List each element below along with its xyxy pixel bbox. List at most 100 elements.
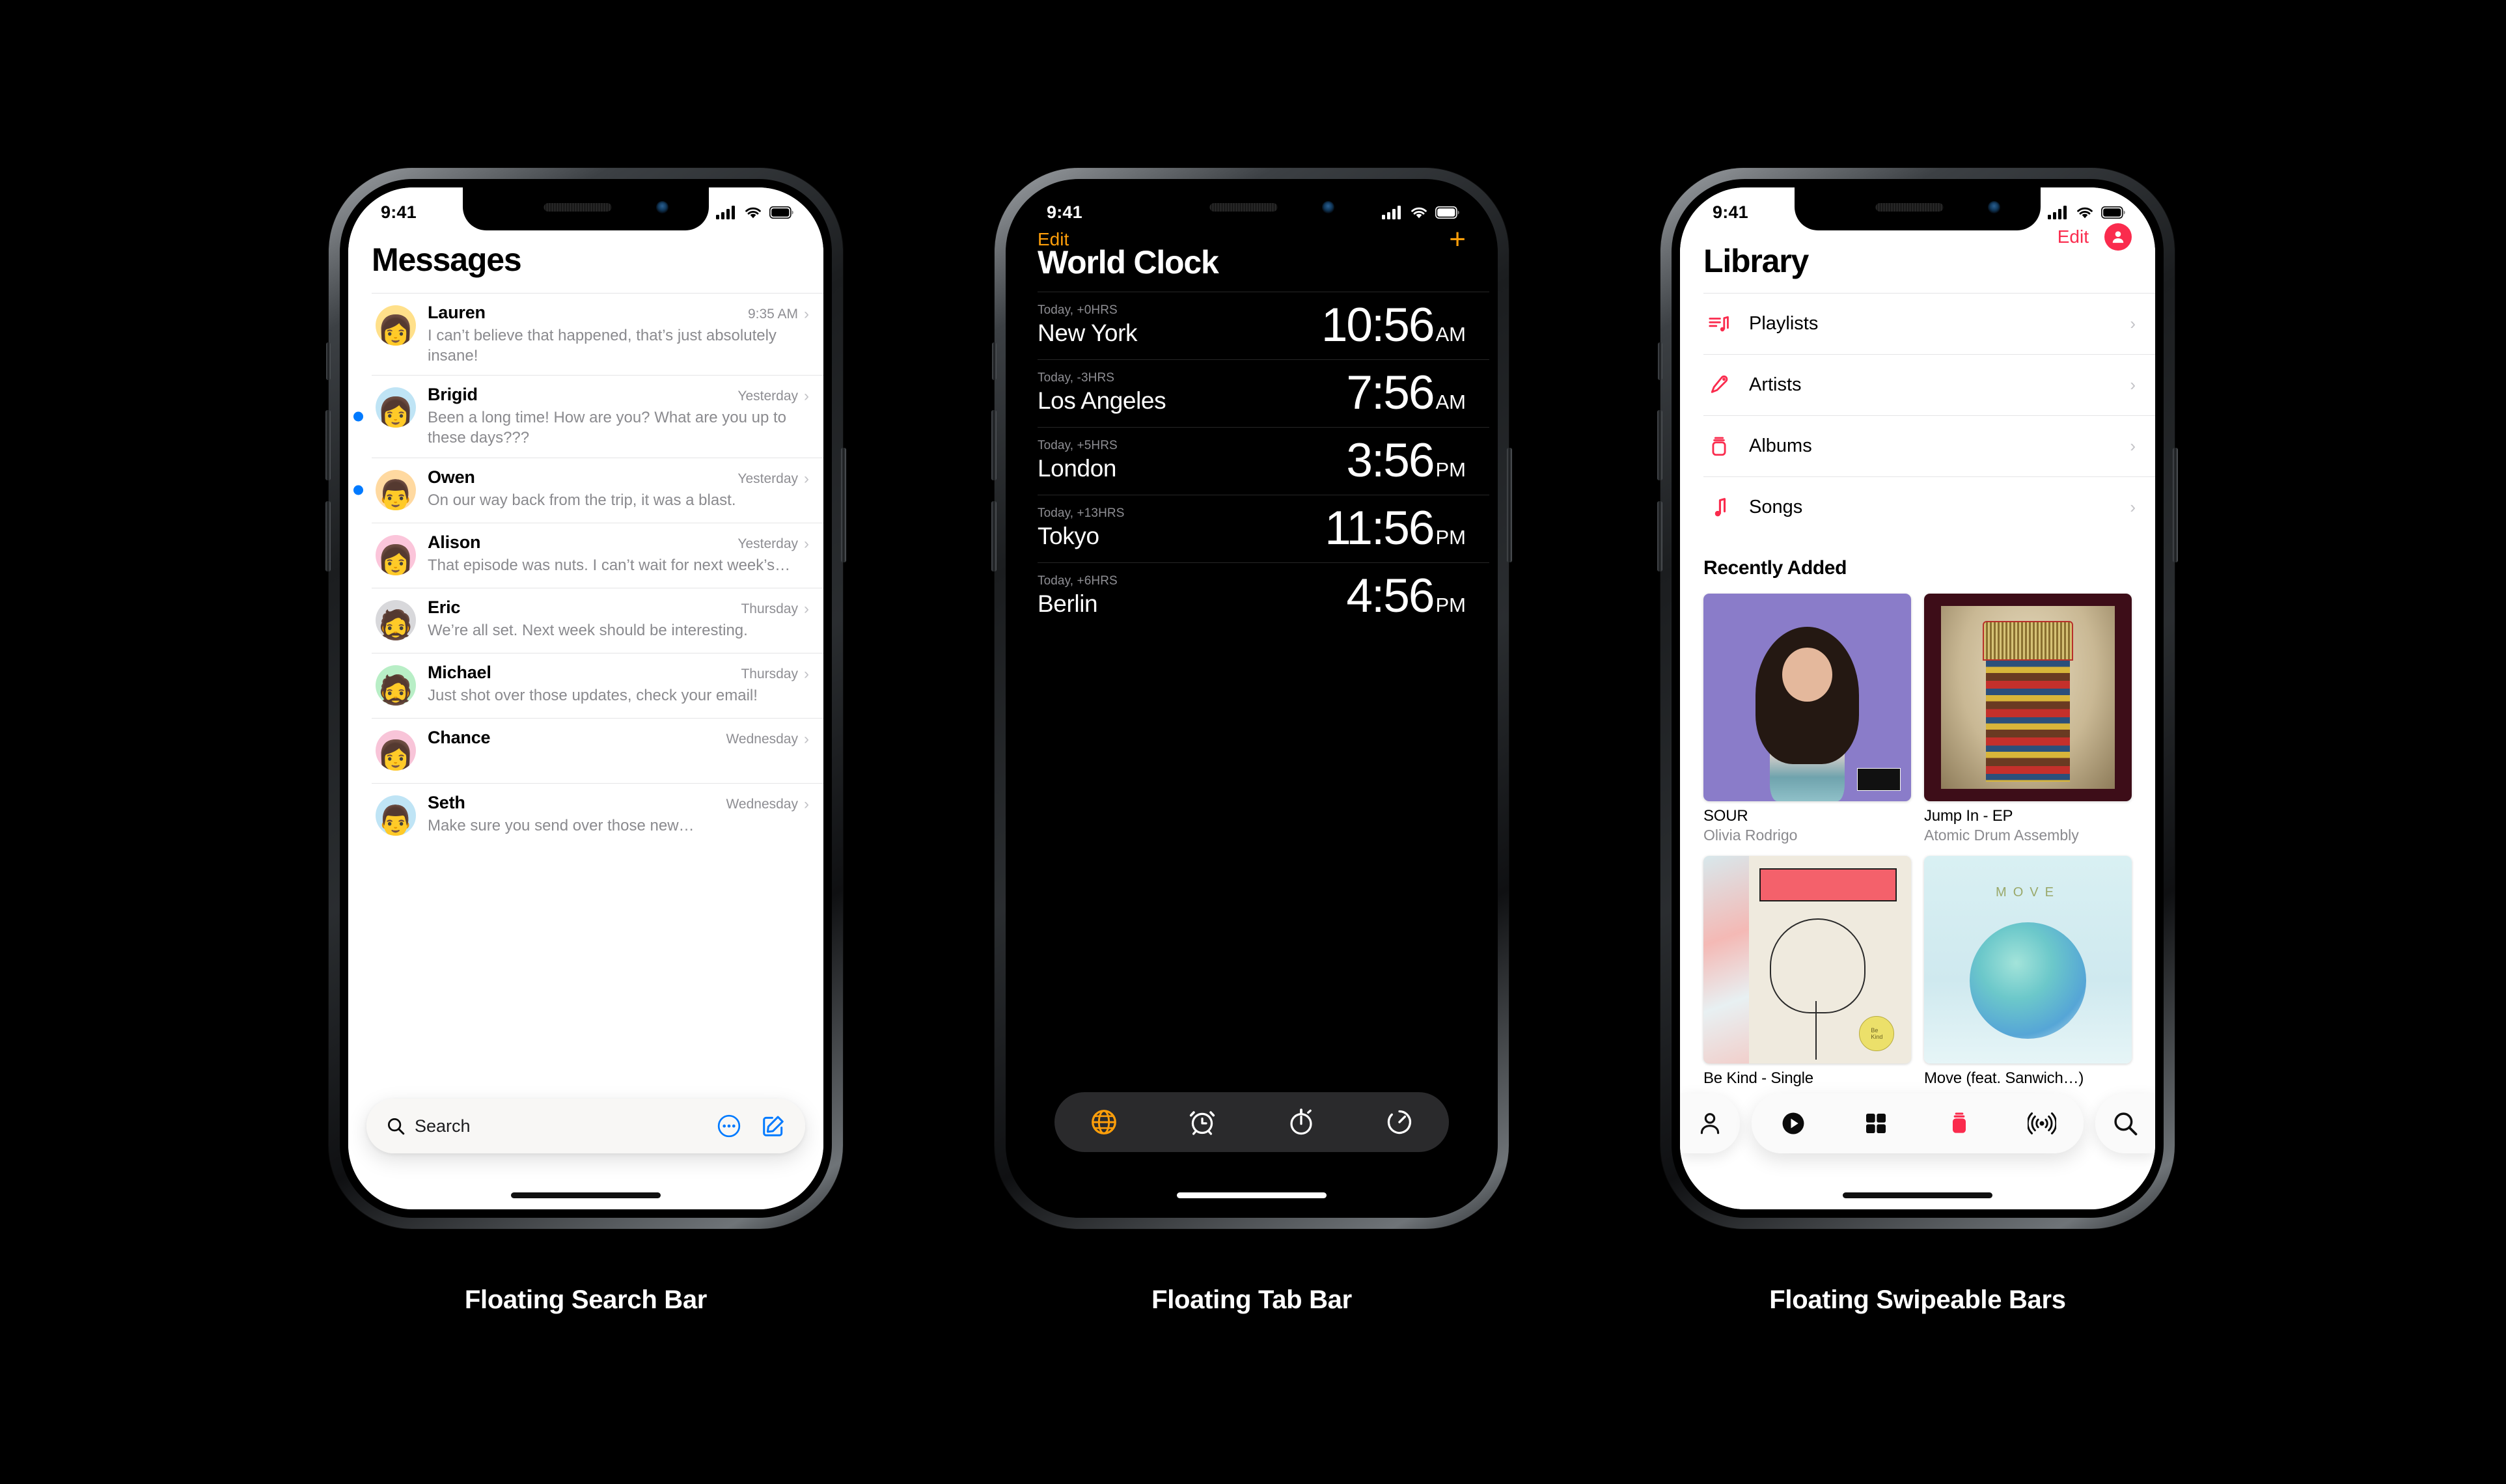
tab-timer[interactable]: [1377, 1099, 1422, 1145]
album-title: Be Kind - Single: [1703, 1069, 1813, 1087]
cellular-signal-icon: [1382, 206, 1401, 219]
search-bar-button[interactable]: [2095, 1093, 2155, 1153]
clock-meridiem: PM: [1435, 526, 1466, 549]
account-bar-button[interactable]: [1680, 1093, 1740, 1153]
person-icon: [1700, 1113, 1720, 1134]
volume-down-button[interactable]: [991, 501, 997, 571]
volume-down-button[interactable]: [1657, 501, 1662, 571]
mute-switch[interactable]: [1658, 342, 1662, 380]
timestamp: Thursday: [741, 601, 798, 616]
sidebar-item-label: Artists: [1749, 374, 1802, 395]
more-circle-icon[interactable]: [717, 1114, 741, 1138]
album-artwork: MOVE: [1924, 856, 2132, 1064]
alarm-icon: [1190, 1111, 1215, 1135]
mute-switch[interactable]: [326, 342, 331, 380]
table-row[interactable]: 👩 Lauren 9:35 AM › I can’t believe that …: [372, 293, 823, 375]
table-row[interactable]: 👩 Brigid Yesterday › Been a long time! H…: [353, 375, 823, 457]
sidebar-item-playlists[interactable]: Playlists ›: [1703, 293, 2155, 354]
caption-floating-swipeable-bars: Floating Swipeable Bars: [1769, 1285, 2066, 1314]
recently-added-grid: SOUR Olivia Rodrigo Jump In - EP Atomic …: [1680, 579, 2155, 1089]
table-row[interactable]: 👩 Alison Yesterday › That episode was nu…: [372, 522, 823, 588]
album-artwork: [1703, 594, 1911, 801]
sidebar-item-artists[interactable]: Artists ›: [1703, 354, 2155, 415]
library-screen: 9:41 Edit Library Playlists › Artists › …: [1680, 187, 2155, 1209]
clock-offset: Today, +13HRS: [1038, 506, 1125, 520]
timestamp: Wednesday: [726, 796, 798, 812]
chevron-right-icon: ›: [2130, 375, 2136, 394]
tab-stopwatch[interactable]: [1278, 1099, 1324, 1145]
music-tab-bar[interactable]: [1752, 1093, 2084, 1153]
unread-dot: [353, 485, 363, 495]
table-row[interactable]: Today, +0HRS New York 10:56 AM: [1038, 292, 1489, 359]
earpiece-speaker: [544, 203, 612, 212]
floating-search-bar[interactable]: Search: [366, 1099, 805, 1153]
album-card[interactable]: Be Kind Be Kind - Single: [1703, 856, 1911, 1089]
timestamp: Yesterday: [737, 471, 798, 486]
power-button[interactable]: [2173, 448, 2178, 562]
notch: [463, 187, 709, 230]
tab-library[interactable]: [1938, 1103, 1980, 1144]
album-artwork-text: MOVE: [1996, 885, 2060, 900]
compose-icon[interactable]: [761, 1114, 786, 1138]
album-card[interactable]: Jump In - EP Atomic Drum Assembly: [1924, 594, 2132, 844]
home-indicator[interactable]: [1177, 1192, 1327, 1198]
status-time: 9:41: [381, 202, 417, 222]
home-indicator[interactable]: [511, 1192, 661, 1198]
contact-name: Seth: [428, 792, 465, 812]
table-row[interactable]: Today, +13HRS Tokyo 11:56 PM: [1038, 495, 1489, 562]
volume-up-button[interactable]: [991, 410, 997, 480]
album-artwork: Be Kind: [1703, 856, 1911, 1064]
album-card[interactable]: SOUR Olivia Rodrigo: [1703, 594, 1911, 844]
volume-up-button[interactable]: [325, 410, 331, 480]
home-indicator[interactable]: [1843, 1192, 1992, 1198]
clock-time: 7:56: [1346, 366, 1435, 419]
mute-switch[interactable]: [992, 342, 997, 380]
search-icon: [388, 1118, 405, 1135]
clock-time: 10:56: [1321, 299, 1435, 351]
album-card[interactable]: MOVE Move (feat. Sanwich…): [1924, 856, 2132, 1089]
tab-radio[interactable]: [2021, 1103, 2063, 1144]
table-row[interactable]: 👨 Seth Wednesday › Make sure you send ov…: [372, 782, 823, 848]
table-row[interactable]: 👩 Chance Wednesday ›: [372, 717, 823, 783]
chevron-right-icon: ›: [2130, 314, 2136, 333]
conversation-list: 👩 Lauren 9:35 AM › I can’t believe that …: [348, 293, 823, 848]
library-content: Edit Library Playlists › Artists › Album…: [1680, 187, 2155, 1209]
add-clock-button[interactable]: +: [1449, 225, 1466, 254]
volume-down-button[interactable]: [325, 501, 331, 571]
front-camera: [1988, 201, 2000, 213]
sidebar-item-albums[interactable]: Albums ›: [1703, 415, 2155, 476]
messages-screen: 9:41 Messages 👩 Lauren 9:35 AM › I can’t…: [348, 187, 823, 1209]
tab-browse[interactable]: [1855, 1103, 1897, 1144]
play-circle-icon: [1782, 1112, 1804, 1134]
clock-city: Los Angeles: [1038, 387, 1166, 414]
contact-name: Alison: [428, 532, 481, 552]
power-button[interactable]: [1507, 448, 1512, 562]
battery-icon: [2101, 206, 2125, 219]
message-preview: Just shot over those updates, check your…: [428, 686, 758, 704]
tab-alarm[interactable]: [1179, 1099, 1225, 1145]
sidebar-item-songs[interactable]: Songs ›: [1703, 476, 2155, 538]
tab-listen-now[interactable]: [1772, 1103, 1814, 1144]
clock-city: London: [1038, 455, 1117, 482]
sidebar-item-label: Songs: [1749, 497, 1803, 517]
search-input[interactable]: Search: [415, 1116, 471, 1136]
clock-offset: Today, +6HRS: [1038, 574, 1118, 588]
tab-world-clock[interactable]: [1081, 1099, 1127, 1145]
clock-offset: Today, -3HRS: [1038, 371, 1115, 385]
album-title: SOUR: [1703, 807, 1748, 825]
power-button[interactable]: [841, 448, 846, 562]
table-row[interactable]: 👨 Owen Yesterday › On our way back from …: [353, 457, 823, 523]
phone-world-clock: 9:41 Edit + World Clock Today, +0HRS New…: [991, 168, 1512, 1229]
floating-tab-bar[interactable]: [1054, 1092, 1449, 1152]
table-row[interactable]: 🧔 Eric Thursday › We’re all set. Next we…: [372, 587, 823, 653]
album-artist: Olivia Rodrigo: [1703, 827, 1798, 844]
table-row[interactable]: Today, -3HRS Los Angeles 7:56 AM: [1038, 359, 1489, 427]
message-preview: Make sure you send over those new…: [428, 816, 695, 834]
table-row[interactable]: Today, +5HRS London 3:56 PM: [1038, 427, 1489, 495]
message-preview: That episode was nuts. I can’t wait for …: [428, 556, 791, 574]
page-title: Library: [1703, 243, 1809, 279]
avatar-emoji: 🧔: [377, 673, 415, 706]
table-row[interactable]: Today, +6HRS Berlin 4:56 PM: [1038, 562, 1489, 630]
volume-up-button[interactable]: [1657, 410, 1662, 480]
table-row[interactable]: 🧔 Michael Thursday › Just shot over thos…: [372, 652, 823, 718]
